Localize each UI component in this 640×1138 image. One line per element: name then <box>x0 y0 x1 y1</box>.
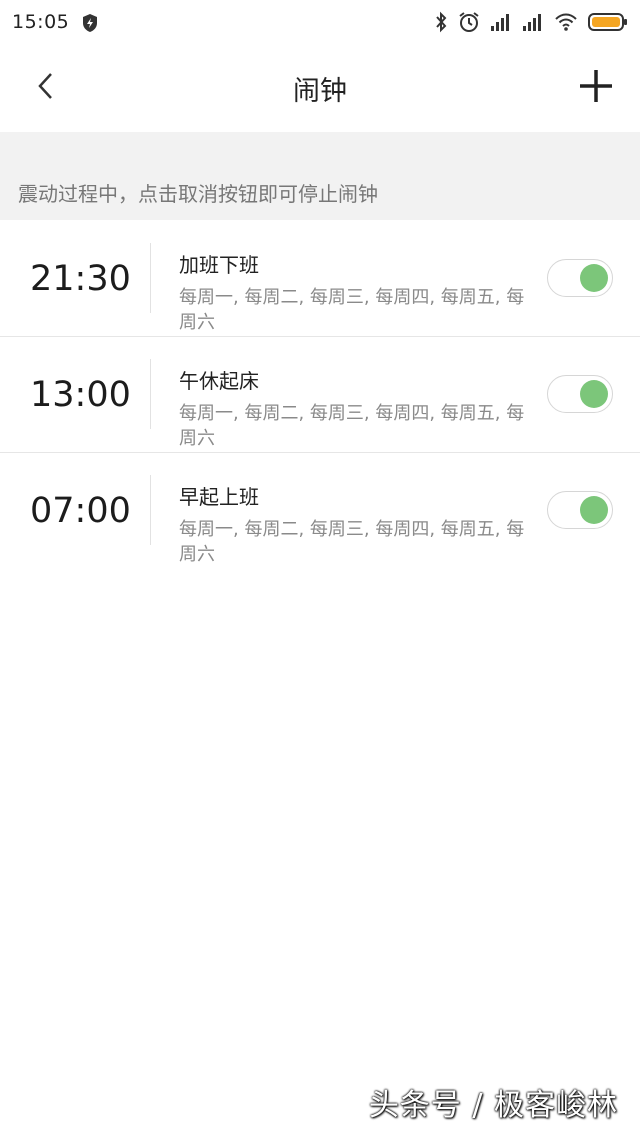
alarm-label: 加班下班 <box>179 253 259 277</box>
alarm-time: 21:30 <box>30 259 131 299</box>
hint-banner: 震动过程中，点击取消按钮即可停止闹钟 <box>0 132 640 220</box>
add-alarm-button[interactable] <box>576 66 616 110</box>
alarm-list: 21:30 加班下班 每周一, 每周二, 每周三, 每周四, 每周五, 每周六 … <box>0 221 640 569</box>
alarm-repeat-days: 每周一, 每周二, 每周三, 每周四, 每周五, 每周六 <box>179 287 525 333</box>
divider <box>150 359 151 429</box>
toggle-knob <box>580 264 608 292</box>
divider <box>150 475 151 545</box>
signal-icon <box>490 12 512 32</box>
divider <box>150 243 151 313</box>
signal-icon <box>522 12 544 32</box>
alarm-clock-icon <box>458 11 480 33</box>
toggle-knob <box>580 496 608 524</box>
alarm-time: 07:00 <box>30 491 131 531</box>
back-button[interactable] <box>28 66 64 110</box>
chevron-left-icon <box>36 71 56 105</box>
alarm-toggle[interactable] <box>547 491 613 529</box>
status-icons <box>434 11 628 33</box>
shield-icon <box>81 13 99 32</box>
alarm-repeat-days: 每周一, 每周二, 每周三, 每周四, 每周五, 每周六 <box>179 519 525 565</box>
status-bar: 15:05 <box>0 0 640 44</box>
toggle-knob <box>580 380 608 408</box>
app-header: 闹钟 <box>0 44 640 132</box>
alarm-item[interactable]: 13:00 午休起床 每周一, 每周二, 每周三, 每周四, 每周五, 每周六 <box>0 337 640 453</box>
bluetooth-icon <box>434 11 448 33</box>
status-time: 15:05 <box>12 11 70 33</box>
alarm-toggle[interactable] <box>547 375 613 413</box>
alarm-item[interactable]: 07:00 早起上班 每周一, 每周二, 每周三, 每周四, 每周五, 每周六 <box>0 453 640 569</box>
alarm-item[interactable]: 21:30 加班下班 每周一, 每周二, 每周三, 每周四, 每周五, 每周六 <box>0 221 640 337</box>
watermark: 头条号 / 极客峻林 <box>368 1088 618 1123</box>
page-title: 闹钟 <box>293 75 347 107</box>
alarm-toggle[interactable] <box>547 259 613 297</box>
alarm-time: 13:00 <box>30 375 131 415</box>
alarm-label: 午休起床 <box>179 369 259 393</box>
alarm-label: 早起上班 <box>179 485 259 509</box>
wifi-icon <box>554 12 578 32</box>
alarm-repeat-days: 每周一, 每周二, 每周三, 每周四, 每周五, 每周六 <box>179 403 525 449</box>
battery-icon <box>588 12 628 32</box>
hint-text: 震动过程中，点击取消按钮即可停止闹钟 <box>18 182 378 206</box>
plus-icon <box>578 68 614 108</box>
